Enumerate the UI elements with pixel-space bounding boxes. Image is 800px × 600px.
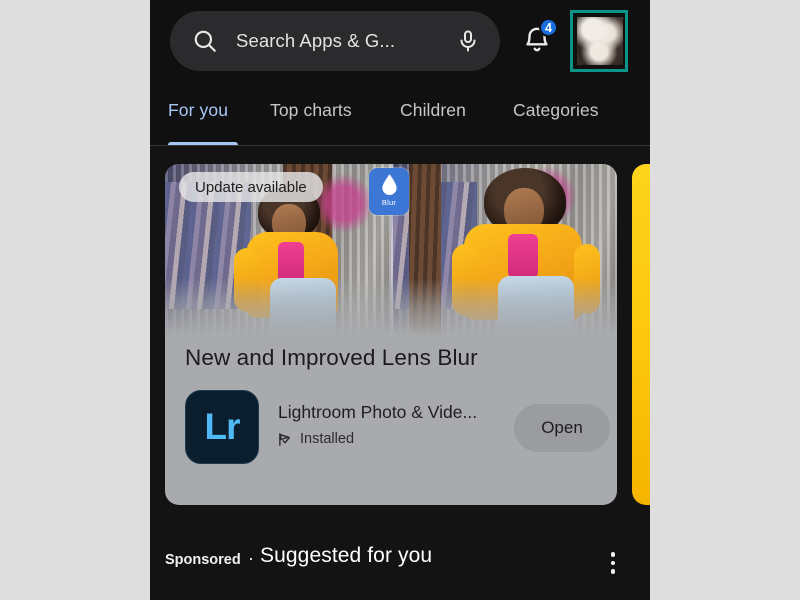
tab-categories[interactable]: Categories [513, 100, 599, 121]
search-bar[interactable]: Search Apps & G... [170, 11, 500, 71]
more-vertical-icon[interactable] [598, 546, 628, 580]
app-header: Search Apps & G... 4 [150, 0, 650, 88]
blur-feature-badge: Blur [369, 168, 409, 215]
card-title: New and Improved Lens Blur [185, 345, 478, 370]
sponsored-label: Sponsored [165, 552, 241, 568]
sponsored-separator: · [248, 548, 254, 568]
app-status-label: Installed [300, 431, 355, 447]
card-banner-image: Update available Blur [165, 164, 617, 336]
suggested-for-you-title: Suggested for you [260, 544, 433, 567]
featured-app-card[interactable]: Update available Blur New and Improved L… [165, 164, 617, 505]
tab-for-you[interactable]: For you [168, 100, 228, 121]
search-icon [192, 28, 218, 54]
open-button[interactable]: Open [514, 404, 610, 452]
blur-badge-label: Blur [381, 198, 397, 207]
account-avatar-button[interactable] [570, 10, 628, 72]
app-status-row: Installed [278, 431, 354, 447]
tab-bar: For you Top charts Children Categories [150, 88, 650, 146]
next-card-peek[interactable] [632, 164, 650, 505]
installed-check-icon [278, 432, 293, 447]
phone-viewport: Search Apps & G... 4 For you Top charts … [150, 0, 650, 600]
notifications-button[interactable]: 4 [522, 18, 562, 62]
app-icon-lightroom[interactable]: Lr [185, 390, 259, 464]
avatar [577, 17, 623, 65]
notification-badge-count: 4 [539, 18, 558, 37]
tab-top-charts[interactable]: Top charts [270, 100, 352, 121]
search-input-placeholder[interactable]: Search Apps & G... [236, 30, 456, 52]
screen-root: Search Apps & G... 4 For you Top charts … [0, 0, 800, 600]
content-area: Update available Blur New and Improved L… [150, 146, 650, 600]
tab-children[interactable]: Children [400, 100, 466, 121]
banner-bottom-fade [165, 278, 617, 336]
microphone-icon[interactable] [456, 28, 480, 54]
sponsored-row: Sponsored · Suggested for you [150, 542, 650, 586]
update-available-chip: Update available [179, 172, 323, 202]
water-drop-icon [380, 173, 399, 196]
app-name: Lightroom Photo & Vide... [278, 402, 478, 422]
